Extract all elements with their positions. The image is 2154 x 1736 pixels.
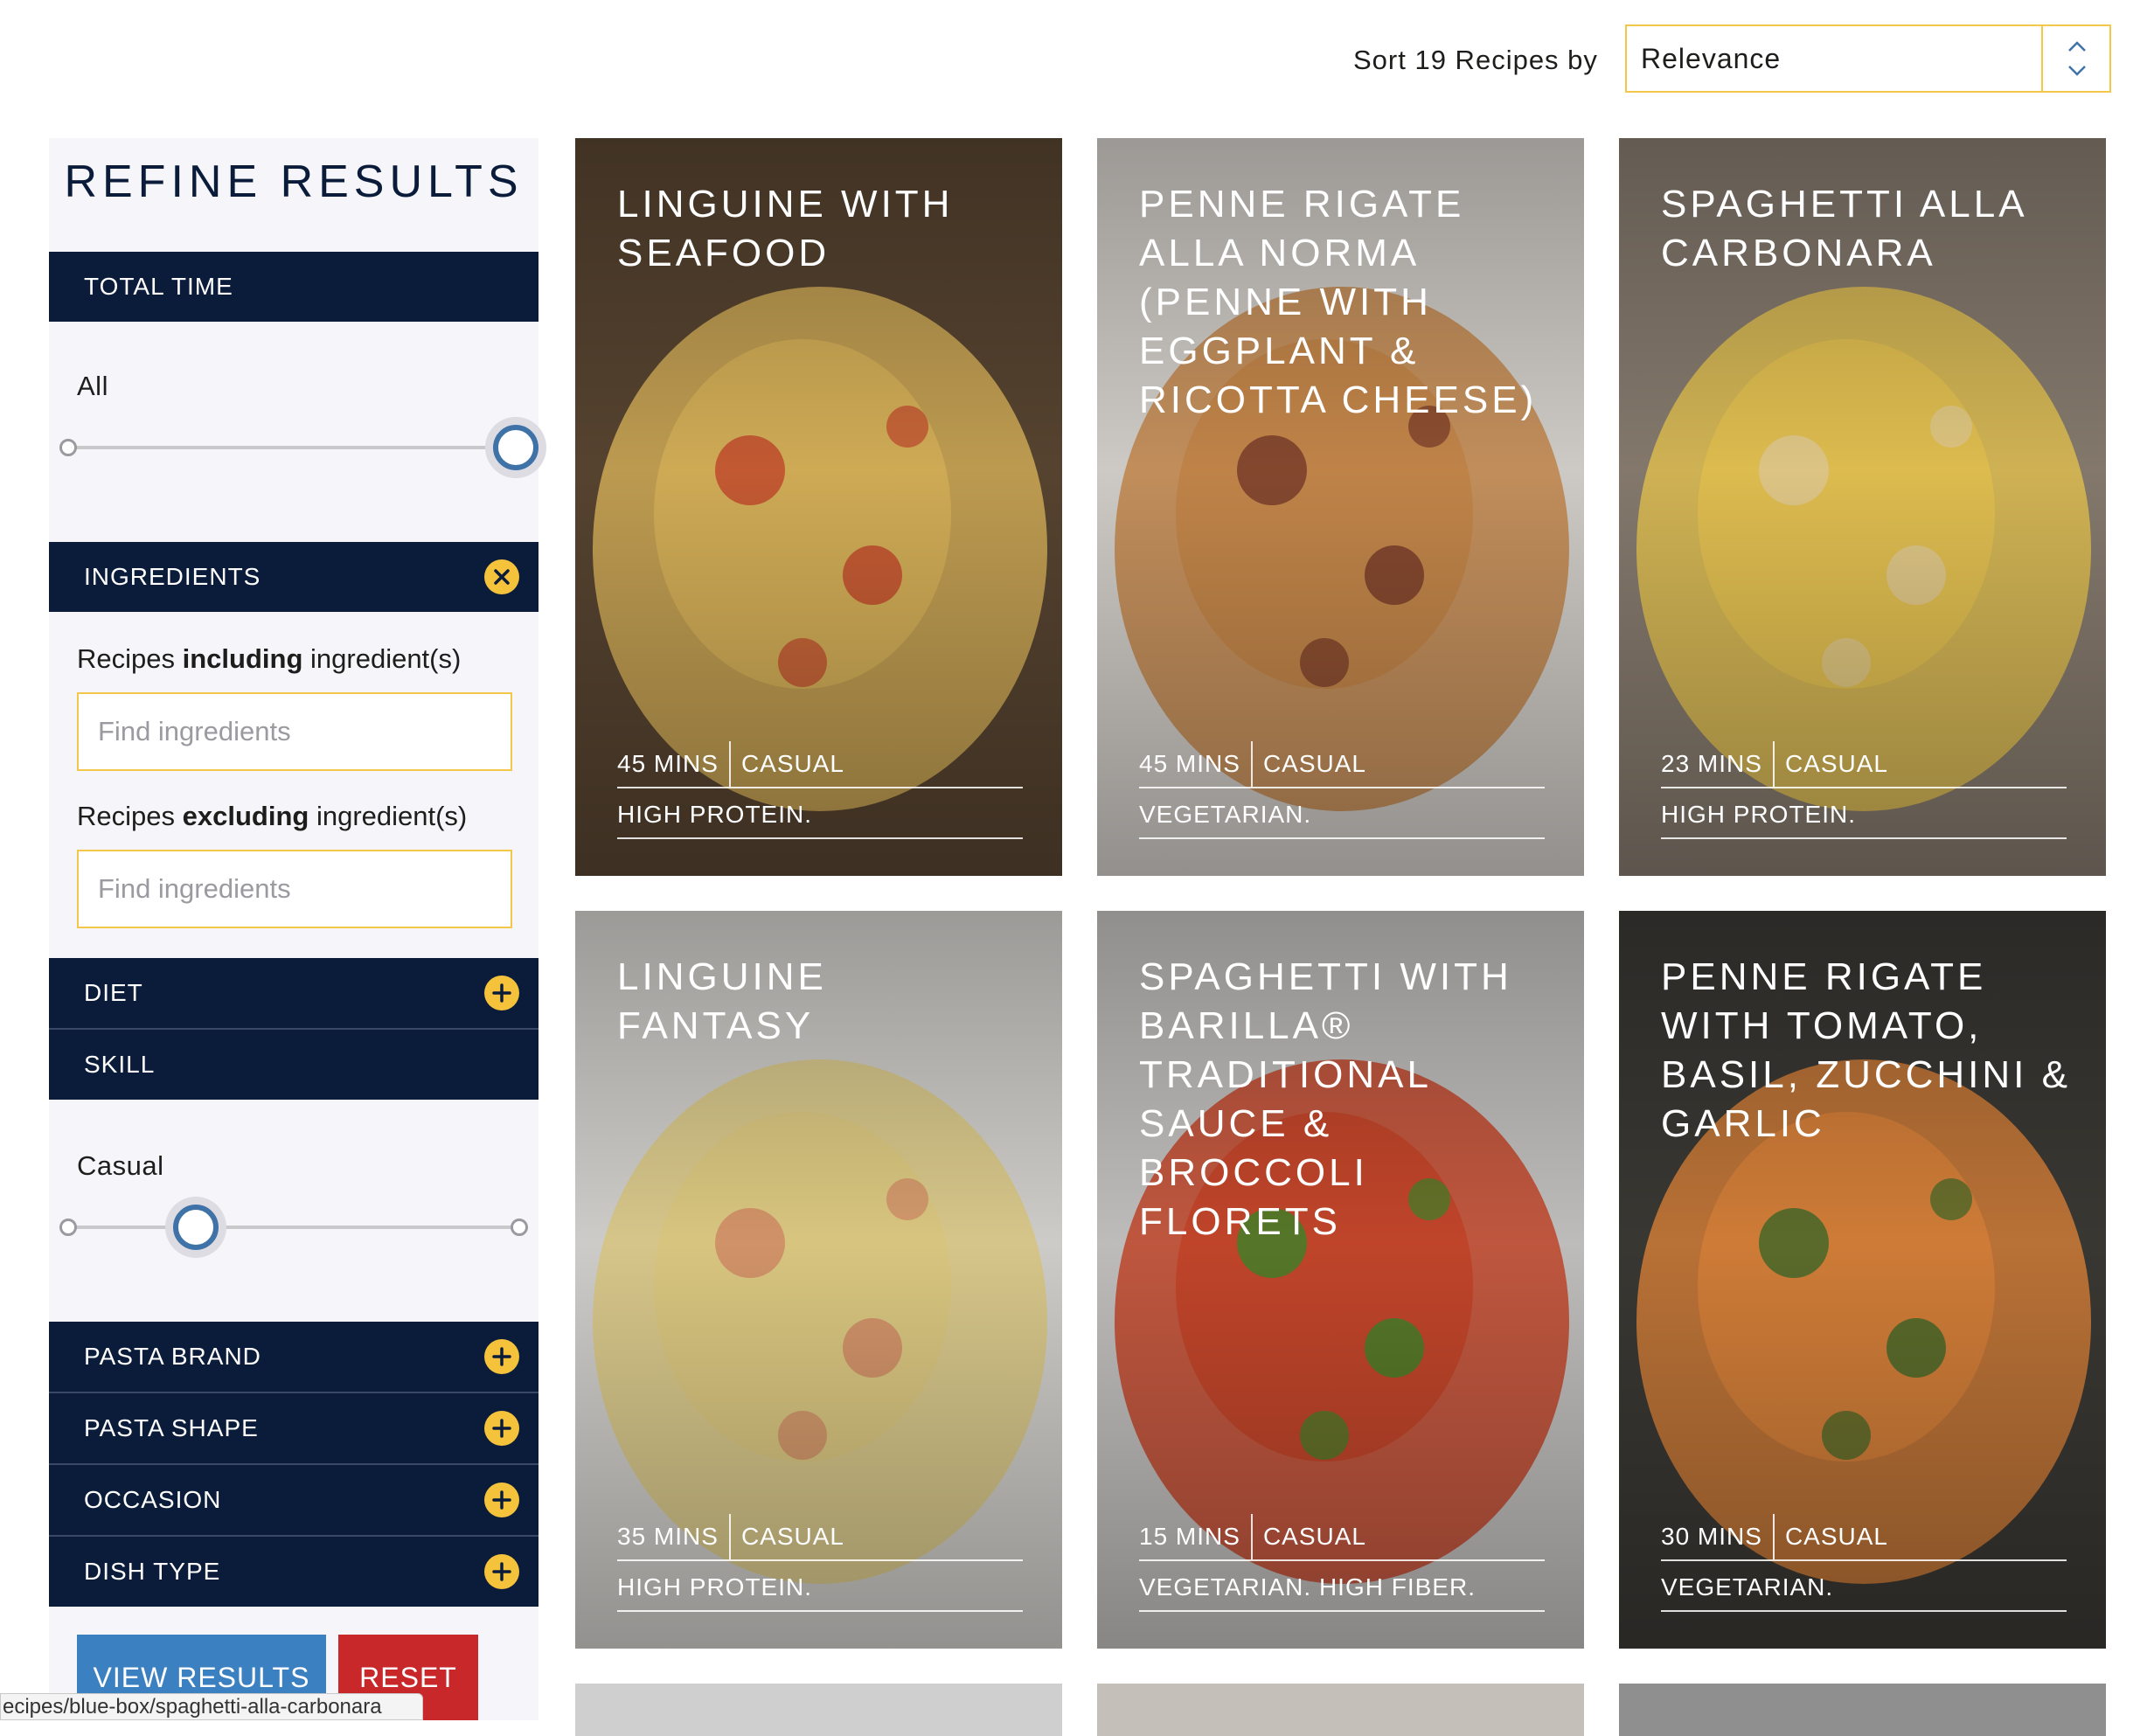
recipe-tags: HIGH PROTEIN. — [617, 792, 1023, 839]
recipe-card[interactable]: PENNE RIGATE WITH TOMATO, BASIL, ZUCCHIN… — [1619, 911, 2106, 1649]
recipe-tags: VEGETARIAN. — [1661, 1565, 2067, 1612]
recipe-card[interactable]: SPAGHETTI ALLA CARBONARA 23 MINS CASUAL H… — [1619, 138, 2106, 876]
recipe-skill: CASUAL — [740, 750, 844, 777]
plus-icon[interactable] — [484, 1411, 519, 1446]
total-time-slider-track[interactable] — [70, 446, 525, 449]
ingredients-header[interactable]: INGREDIENTS — [49, 542, 538, 612]
status-bar-url: ecipes/blue-box/spaghetti-alla-carbonara — [0, 1693, 423, 1720]
recipe-tags: HIGH PROTEIN. — [617, 1565, 1023, 1612]
recipe-time: 45 MINS — [617, 741, 731, 787]
recipe-skill: CASUAL — [1262, 750, 1366, 777]
recipe-time: 30 MINS — [1661, 1514, 1775, 1559]
recipe-time: 35 MINS — [617, 1514, 731, 1559]
including-ingredients-input[interactable] — [77, 692, 512, 771]
total-time-label: TOTAL TIME — [84, 273, 233, 300]
recipe-title: SPAGHETTI ALLA CARBONARA — [1661, 183, 2026, 274]
plus-icon[interactable] — [484, 1483, 519, 1517]
total-time-slider-min — [59, 439, 77, 456]
pasta-shape-label: PASTA SHAPE — [84, 1414, 259, 1441]
recipe-time: 45 MINS — [1139, 741, 1253, 787]
recipe-title: LINGUINE WITH SEAFOOD — [617, 183, 954, 274]
recipe-meta: 45 MINS CASUAL — [617, 741, 1023, 788]
sort-selected-value: Relevance — [1641, 43, 1782, 74]
recipe-tags: HIGH PROTEIN. — [1661, 792, 2067, 839]
recipe-tags: VEGETARIAN. HIGH FIBER. — [1139, 1565, 1545, 1612]
plus-icon[interactable] — [484, 1554, 519, 1589]
recipe-card[interactable]: SPAGHETTI WITH BARILLA® TRADITIONAL SAUC… — [1097, 911, 1584, 1649]
diet-header[interactable]: DIET — [49, 958, 538, 1028]
recipe-title: LINGUINE FANTASY — [617, 955, 827, 1047]
recipe-skill: CASUAL — [740, 1523, 844, 1550]
occasion-label: OCCASION — [84, 1486, 222, 1513]
plus-icon[interactable] — [484, 976, 519, 1010]
recipe-meta: 35 MINS CASUAL — [617, 1514, 1023, 1561]
recipe-skill: CASUAL — [1784, 1523, 1888, 1550]
recipe-card[interactable]: PENNE RIGATE ALLA NORMA (PENNE WITH EGGP… — [1097, 138, 1584, 876]
plus-icon[interactable] — [484, 1339, 519, 1374]
skill-label: SKILL — [84, 1051, 156, 1078]
recipe-card-partial[interactable] — [575, 1684, 1062, 1736]
dish-type-label: DISH TYPE — [84, 1558, 221, 1585]
pasta-brand-label: PASTA BRAND — [84, 1343, 261, 1370]
ingredients-label: INGREDIENTS — [84, 563, 261, 590]
recipe-skill: CASUAL — [1262, 1523, 1366, 1550]
refine-sidebar: REFINE RESULTS TOTAL TIME All INGREDIENT… — [49, 138, 546, 1720]
recipe-card-partial[interactable] — [1619, 1684, 2106, 1736]
excluding-ingredients-input[interactable] — [77, 850, 512, 928]
sort-arrows-icon[interactable] — [2041, 26, 2109, 91]
pasta-brand-header[interactable]: PASTA BRAND — [49, 1322, 538, 1392]
recipe-card-partial[interactable] — [1097, 1684, 1584, 1736]
total-time-value: All — [77, 371, 108, 401]
including-label: Recipes including ingredient(s) — [77, 643, 462, 674]
recipe-time: 15 MINS — [1139, 1514, 1253, 1559]
recipe-title: PENNE RIGATE WITH TOMATO, BASIL, ZUCCHIN… — [1661, 955, 2071, 1145]
recipe-title: PENNE RIGATE ALLA NORMA (PENNE WITH EGGP… — [1139, 183, 1538, 421]
recipe-tags: VEGETARIAN. — [1139, 792, 1545, 839]
recipe-meta: 30 MINS CASUAL — [1661, 1514, 2067, 1561]
sort-select[interactable]: Relevance — [1625, 24, 2111, 93]
skill-slider-track[interactable] — [70, 1226, 525, 1229]
sort-label: Sort 19 Recipes by — [1353, 45, 1598, 75]
dish-type-header[interactable]: DISH TYPE — [49, 1537, 538, 1607]
pasta-shape-header[interactable]: PASTA SHAPE — [49, 1393, 538, 1463]
total-time-slider-handle[interactable] — [485, 417, 546, 478]
recipe-card[interactable]: LINGUINE WITH SEAFOOD 45 MINS CASUAL HIGH… — [575, 138, 1062, 876]
refine-title: REFINE RESULTS — [64, 156, 524, 207]
recipe-meta: 23 MINS CASUAL — [1661, 741, 2067, 788]
recipe-skill: CASUAL — [1784, 750, 1888, 777]
skill-slider-max — [511, 1219, 528, 1236]
skill-slider-handle[interactable] — [164, 1197, 226, 1258]
recipe-meta: 45 MINS CASUAL — [1139, 741, 1545, 788]
recipe-card[interactable]: LINGUINE FANTASY 35 MINS CASUAL HIGH PROT… — [575, 911, 1062, 1649]
skill-value: Casual — [77, 1150, 164, 1181]
diet-label: DIET — [84, 979, 143, 1006]
close-icon[interactable] — [484, 559, 519, 594]
skill-slider-min — [59, 1219, 77, 1236]
occasion-header[interactable]: OCCASION — [49, 1465, 538, 1535]
excluding-label: Recipes excluding ingredient(s) — [77, 801, 468, 831]
total-time-header[interactable]: TOTAL TIME — [49, 252, 538, 322]
recipe-meta: 15 MINS CASUAL — [1139, 1514, 1545, 1561]
skill-header[interactable]: SKILL — [49, 1030, 538, 1100]
recipe-time: 23 MINS — [1661, 741, 1775, 787]
recipe-title: SPAGHETTI WITH BARILLA® TRADITIONAL SAUC… — [1139, 955, 1512, 1243]
